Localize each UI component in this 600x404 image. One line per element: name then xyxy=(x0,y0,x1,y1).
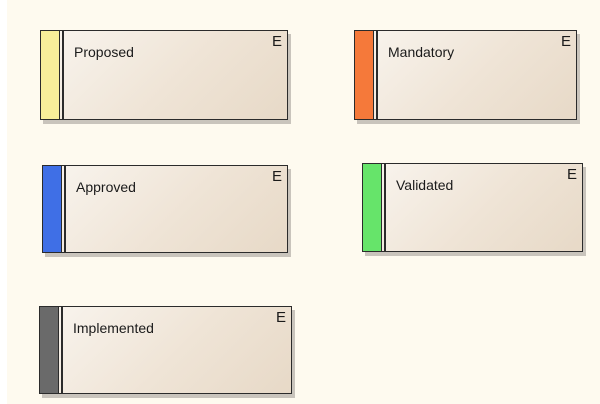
element-label: Proposed xyxy=(74,44,134,60)
element-label: Mandatory xyxy=(388,44,455,60)
element-type-marker: E xyxy=(566,166,577,183)
stripe-divider xyxy=(62,31,64,119)
status-stripe xyxy=(355,31,374,119)
status-stripe xyxy=(363,164,382,251)
status-stripe xyxy=(41,31,60,119)
element-type-marker: E xyxy=(560,33,571,50)
element-proposed[interactable]: Proposed E xyxy=(40,30,288,120)
diagram-canvas[interactable]: Proposed E Mandatory E Approved E Valida… xyxy=(7,0,600,404)
element-type-marker: E xyxy=(271,168,282,185)
element-label: Implemented xyxy=(73,320,154,336)
status-stripe xyxy=(43,166,62,252)
stripe-divider xyxy=(64,166,66,252)
element-label: Validated xyxy=(396,177,454,193)
element-validated[interactable]: Validated E xyxy=(362,163,583,252)
element-approved[interactable]: Approved E xyxy=(42,165,288,253)
status-stripe xyxy=(40,307,59,393)
element-type-marker: E xyxy=(271,33,282,50)
stripe-divider xyxy=(376,31,378,119)
stripe-divider xyxy=(61,307,63,393)
element-label: Approved xyxy=(76,179,136,195)
stripe-divider xyxy=(384,164,386,251)
element-mandatory[interactable]: Mandatory E xyxy=(354,30,577,120)
element-implemented[interactable]: Implemented E xyxy=(39,306,292,394)
element-type-marker: E xyxy=(275,309,286,326)
